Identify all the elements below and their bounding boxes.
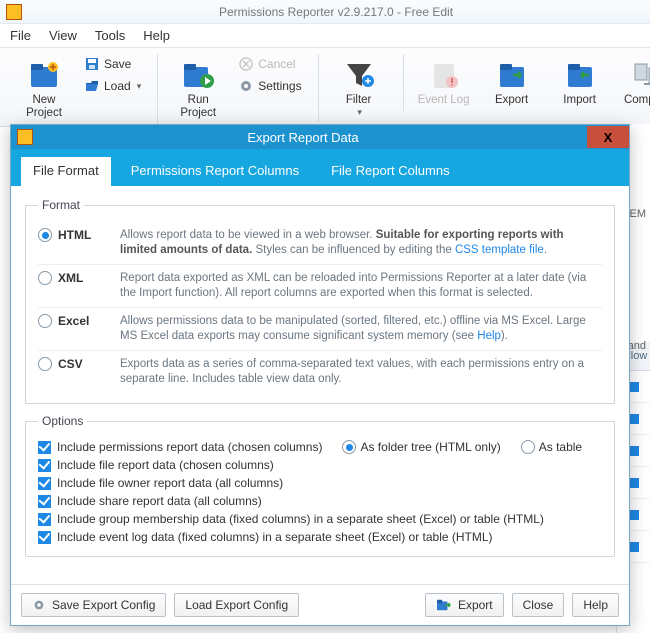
compare-icon bbox=[630, 58, 650, 92]
format-xml-description: Report data exported as XML can be reloa… bbox=[120, 271, 602, 301]
export-report-dialog: Export Report Data X File Format Permiss… bbox=[10, 124, 630, 626]
clipboard-alert-icon bbox=[426, 58, 462, 92]
checkbox-icon[interactable] bbox=[38, 531, 51, 544]
tab-file-columns[interactable]: File Report Columns bbox=[319, 157, 462, 186]
chevron-down-icon: ▾ bbox=[137, 81, 142, 92]
tab-permissions-columns[interactable]: Permissions Report Columns bbox=[119, 157, 311, 186]
folder-new-icon bbox=[26, 58, 62, 92]
dialog-body: Format HTML Allows report data to be vie… bbox=[11, 186, 629, 584]
format-fieldset: Format HTML Allows report data to be vie… bbox=[25, 198, 615, 404]
save-button[interactable]: Save bbox=[80, 54, 145, 74]
checkbox-icon[interactable] bbox=[38, 441, 51, 454]
folder-open-icon bbox=[84, 78, 100, 94]
folder-import-icon bbox=[562, 58, 598, 92]
checkbox-icon[interactable] bbox=[38, 477, 51, 490]
option-include-permissions[interactable]: Include permissions report data (chosen … bbox=[38, 438, 602, 456]
save-icon bbox=[84, 56, 100, 72]
format-html-description: Allows report data to be viewed in a web… bbox=[120, 228, 602, 258]
import-button[interactable]: Import bbox=[548, 54, 612, 111]
cancel-icon bbox=[238, 56, 254, 72]
dialog-tabs: File Format Permissions Report Columns F… bbox=[11, 149, 629, 186]
format-option-csv[interactable]: CSV Exports data as a series of comma-se… bbox=[38, 351, 602, 393]
checkbox-icon[interactable] bbox=[38, 459, 51, 472]
radio-html[interactable] bbox=[38, 228, 52, 242]
format-legend: Format bbox=[38, 198, 84, 212]
option-include-event-log[interactable]: Include event log data (fixed columns) i… bbox=[38, 528, 602, 546]
menu-file[interactable]: File bbox=[10, 28, 31, 43]
radio-excel[interactable] bbox=[38, 314, 52, 328]
option-include-file-owner[interactable]: Include file owner report data (all colu… bbox=[38, 474, 602, 492]
settings-button[interactable]: Settings bbox=[234, 76, 305, 96]
option-include-file-report[interactable]: Include file report data (chosen columns… bbox=[38, 456, 602, 474]
option-include-group-membership[interactable]: Include group membership data (fixed col… bbox=[38, 510, 602, 528]
save-export-config-button[interactable]: Save Export Config bbox=[21, 593, 166, 617]
dialog-footer: Save Export Config Load Export Config Ex… bbox=[11, 584, 629, 625]
options-fieldset: Options Include permissions report data … bbox=[25, 414, 615, 557]
format-excel-description: Allows permissions data to be manipulate… bbox=[120, 314, 602, 344]
run-project-button[interactable]: Run Project bbox=[166, 54, 230, 124]
filter-button[interactable]: Filter ▾ bbox=[327, 54, 391, 122]
export-button-ribbon[interactable]: Export bbox=[480, 54, 544, 111]
tab-file-format[interactable]: File Format bbox=[21, 157, 111, 186]
help-button[interactable]: Help bbox=[572, 593, 619, 617]
gear-icon bbox=[238, 78, 254, 94]
radio-csv[interactable] bbox=[38, 357, 52, 371]
new-project-button[interactable]: New Project bbox=[12, 54, 76, 124]
checkbox-icon[interactable] bbox=[38, 495, 51, 508]
close-dialog-button[interactable]: Close bbox=[512, 593, 565, 617]
radio-as-table[interactable] bbox=[521, 440, 535, 454]
window-title: Permissions Reporter v2.9.217.0 - Free E… bbox=[28, 5, 644, 19]
event-log-button: Event Log bbox=[412, 54, 476, 111]
format-csv-description: Exports data as a series of comma-separa… bbox=[120, 357, 602, 387]
compare-button[interactable]: Compare bbox=[616, 54, 650, 111]
gear-icon bbox=[32, 598, 46, 612]
format-option-excel[interactable]: Excel Allows permissions data to be mani… bbox=[38, 308, 602, 351]
fragment-text-em: EM bbox=[630, 208, 647, 220]
excel-help-link[interactable]: Help bbox=[477, 330, 501, 342]
checkbox-icon[interactable] bbox=[38, 513, 51, 526]
load-export-config-button[interactable]: Load Export Config bbox=[174, 593, 299, 617]
options-legend: Options bbox=[38, 414, 87, 428]
funnel-icon bbox=[341, 58, 377, 92]
menu-help[interactable]: Help bbox=[143, 28, 170, 43]
load-button[interactable]: Load ▾ bbox=[80, 76, 145, 96]
radio-folder-tree[interactable] bbox=[342, 440, 356, 454]
menu-view[interactable]: View bbox=[49, 28, 77, 43]
main-window-titlebar: Permissions Reporter v2.9.217.0 - Free E… bbox=[0, 0, 650, 24]
folder-play-icon bbox=[180, 58, 216, 92]
dialog-titlebar: Export Report Data X bbox=[11, 125, 629, 149]
chevron-down-icon: ▾ bbox=[357, 107, 362, 118]
cancel-button: Cancel bbox=[234, 54, 305, 74]
close-button[interactable]: X bbox=[587, 126, 629, 148]
option-as-folder-tree[interactable]: As folder tree (HTML only) bbox=[342, 440, 500, 454]
ribbon-toolbar: New Project Save Load ▾ Run Project bbox=[0, 48, 650, 127]
format-option-xml[interactable]: XML Report data exported as XML can be r… bbox=[38, 265, 602, 308]
app-icon bbox=[6, 4, 22, 20]
option-as-table[interactable]: As table bbox=[521, 440, 582, 454]
dialog-title: Export Report Data bbox=[19, 130, 587, 145]
radio-xml[interactable] bbox=[38, 271, 52, 285]
option-include-share-report[interactable]: Include share report data (all columns) bbox=[38, 492, 602, 510]
folder-export-icon bbox=[494, 58, 530, 92]
export-button[interactable]: Export bbox=[425, 593, 504, 617]
menu-bar: File View Tools Help bbox=[0, 24, 650, 48]
folder-export-icon bbox=[436, 598, 452, 612]
css-template-link[interactable]: CSS template file bbox=[455, 244, 544, 256]
format-option-html[interactable]: HTML Allows report data to be viewed in … bbox=[38, 222, 602, 265]
menu-tools[interactable]: Tools bbox=[95, 28, 125, 43]
